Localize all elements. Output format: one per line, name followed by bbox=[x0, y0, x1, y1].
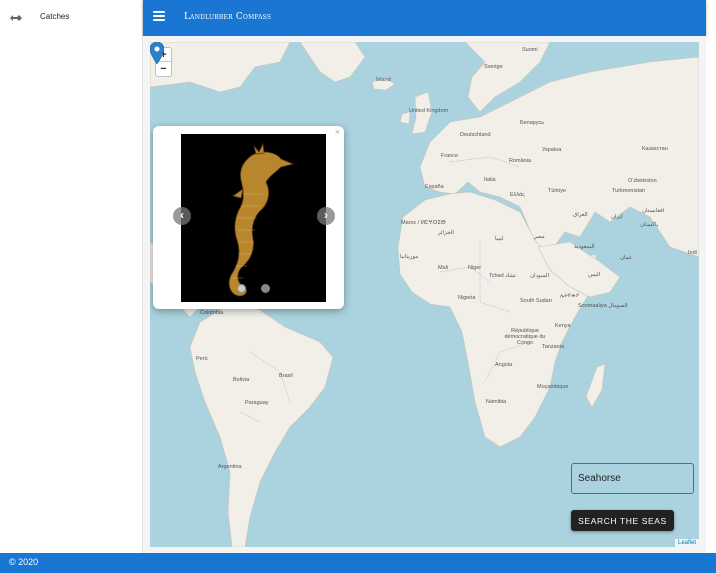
map-label: South Sudan bbox=[520, 298, 552, 304]
fish-icon bbox=[10, 15, 22, 21]
map-label: Україна bbox=[542, 147, 562, 153]
sidebar-item-label: Catches bbox=[40, 12, 70, 21]
map-label: Brasil bbox=[279, 373, 293, 379]
map-label: پاکستان bbox=[640, 222, 659, 228]
map-label: Kenya bbox=[555, 323, 571, 329]
footer-copyright: © 2020 bbox=[9, 557, 39, 567]
map-label: ليبيا bbox=[495, 236, 504, 242]
map-label: Paraguay bbox=[245, 400, 269, 406]
map-label: Bolivia bbox=[233, 377, 250, 383]
map-label: Soomaaliya الصومال bbox=[578, 303, 628, 309]
map-label: France bbox=[441, 153, 459, 159]
map-label: Nigeria bbox=[458, 295, 476, 301]
menu-icon[interactable] bbox=[153, 11, 165, 23]
map-label: Türkiye bbox=[548, 188, 567, 194]
sidebar-item-catches[interactable]: Catches bbox=[0, 0, 143, 36]
map-label: Moçambique bbox=[537, 384, 569, 390]
app-title: Landlubber Compass bbox=[184, 12, 272, 22]
map-label: O‘zbekiston bbox=[628, 178, 657, 184]
map-label: România bbox=[509, 158, 532, 164]
map-label: العراق bbox=[573, 212, 588, 218]
map-label: اليمن bbox=[588, 272, 601, 278]
close-icon[interactable]: × bbox=[335, 127, 340, 137]
seahorse-photo bbox=[181, 134, 326, 302]
map-label: Maroc / ⵍⵎⵖⵔⵉⴱ bbox=[401, 220, 446, 226]
map-label: Беларусь bbox=[520, 120, 545, 126]
map-attribution[interactable]: Leaflet bbox=[674, 539, 699, 547]
map-label: Tanzania bbox=[542, 344, 565, 350]
map-label: Suomi bbox=[522, 47, 538, 53]
search-the-seas-button[interactable]: SEARCH THE SEAS bbox=[571, 510, 674, 531]
carousel-dot[interactable] bbox=[237, 284, 246, 293]
map-label: Colombia bbox=[200, 310, 224, 316]
map-label: ኢትዮጵያ bbox=[560, 293, 579, 299]
map-label: Ísland bbox=[376, 77, 391, 83]
zoom-out-button[interactable]: − bbox=[156, 62, 171, 76]
map-label: Niger bbox=[468, 265, 482, 271]
map-label: Казахстан bbox=[642, 146, 668, 152]
map-label: عمان bbox=[620, 255, 633, 261]
map-label: Angola bbox=[495, 362, 513, 368]
map-marker-icon[interactable] bbox=[150, 42, 164, 64]
map-label: Argentina bbox=[218, 464, 242, 470]
map-label: Sverige bbox=[484, 64, 503, 70]
map-label: Indi bbox=[688, 250, 697, 256]
map-label: ایران bbox=[611, 214, 623, 220]
map-label: السودان bbox=[530, 273, 549, 279]
map-label: موريتانيا bbox=[400, 254, 419, 260]
map-label: مصر bbox=[534, 234, 545, 240]
map-label: الجزائر bbox=[438, 230, 454, 236]
search-input[interactable] bbox=[571, 463, 694, 494]
catch-popup: × ‹ › bbox=[153, 126, 344, 309]
map-label: Ελλάς bbox=[510, 192, 525, 198]
map-label: Mali bbox=[438, 265, 449, 271]
map-label: Italia bbox=[484, 177, 496, 183]
map-label: Tchad تشاد bbox=[489, 273, 516, 279]
image-carousel bbox=[181, 134, 326, 302]
map-label: Deutschland bbox=[460, 132, 491, 138]
carousel-dot[interactable] bbox=[261, 284, 270, 293]
map-label: Perú bbox=[196, 356, 208, 362]
sidebar: Catches bbox=[0, 0, 143, 553]
map-label: افغانستان bbox=[642, 208, 665, 214]
chevron-left-icon[interactable]: ‹ bbox=[173, 207, 191, 225]
map-label: Turkmenistan bbox=[612, 188, 646, 194]
world-map[interactable]: Suomi Sverige Ísland United Kingdom Deut… bbox=[150, 42, 699, 547]
app-header: Landlubber Compass bbox=[143, 0, 706, 36]
chevron-right-icon[interactable]: › bbox=[317, 207, 335, 225]
map-label: السعودية bbox=[574, 244, 595, 250]
map-label: Namibia bbox=[486, 399, 507, 405]
map-label: España bbox=[425, 184, 444, 190]
footer: © 2020 bbox=[0, 553, 716, 573]
map-label: United Kingdom bbox=[409, 108, 449, 114]
